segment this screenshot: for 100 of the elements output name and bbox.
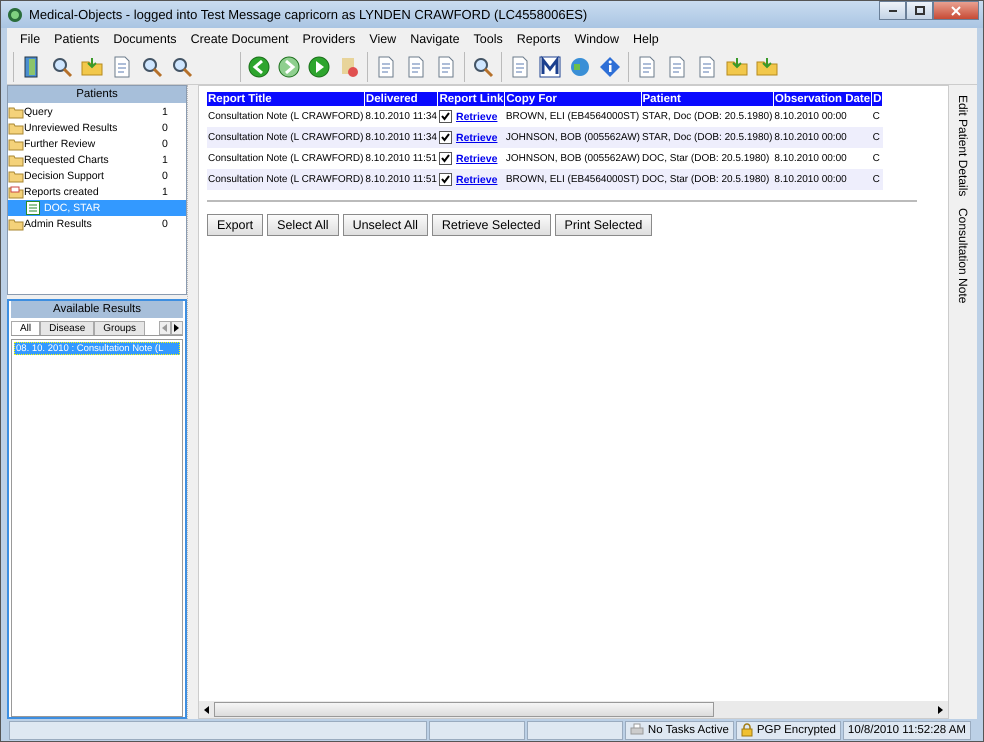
table-cell: BROWN, ELI (EB4564000ST) xyxy=(504,169,641,190)
minimize-icon xyxy=(888,10,896,12)
tree-item[interactable]: Decision Support 0 xyxy=(8,168,186,184)
checkbox[interactable] xyxy=(438,152,452,165)
side-tab[interactable]: Edit Patient Details xyxy=(956,95,970,196)
menu-item[interactable]: Window xyxy=(568,32,626,46)
tree-label: Unreviewed Results xyxy=(24,122,118,134)
table-cell: 8.10.2010 00:00 xyxy=(773,169,872,190)
tree-label: DOC, STAR xyxy=(44,202,102,214)
menu-item[interactable]: Patients xyxy=(47,32,106,46)
letter-m-icon xyxy=(538,55,562,79)
scroll-left-icon xyxy=(204,706,209,714)
tab[interactable]: All xyxy=(11,321,40,335)
table-cell: 8.10.2010 11:51 xyxy=(364,148,438,169)
table-cell: STAR, Doc (DOB: 20.5.1980) xyxy=(641,106,774,127)
action-button[interactable]: Unselect All xyxy=(342,214,428,236)
info-icon xyxy=(598,55,622,79)
table-cell: Consultation Note (L CRAWFORD) xyxy=(207,148,364,169)
splitter-handle[interactable] xyxy=(187,85,198,719)
tree-label: Query xyxy=(24,106,54,118)
table-cell: STAR, Doc (DOB: 20.5.1980) xyxy=(641,127,774,148)
table-cell: DOC, Star (DOB: 20.5.1980) xyxy=(641,148,774,169)
tab[interactable]: Groups xyxy=(94,321,146,335)
tree-label: Decision Support xyxy=(24,170,105,182)
scrollbar-thumb[interactable] xyxy=(214,702,714,717)
item-count: 1 xyxy=(162,106,169,118)
panel-header: Patients xyxy=(8,86,186,103)
menu-item[interactable]: Providers xyxy=(296,32,362,46)
minimize-button[interactable] xyxy=(879,1,906,20)
tree-item[interactable]: Unreviewed Results 0 xyxy=(8,120,186,136)
action-button[interactable]: Print Selected xyxy=(554,214,652,236)
table-cell: JOHNSON, BOB (005562AW) xyxy=(504,148,641,169)
table-cell: 8.10.2010 11:51 xyxy=(364,169,438,190)
tree-item[interactable]: Admin Results 0 xyxy=(8,216,186,232)
table-cell: C xyxy=(872,127,883,148)
table-cell: Consultation Note (L CRAWFORD) xyxy=(207,169,364,190)
table-cell: C xyxy=(872,106,883,127)
menu-item[interactable]: Reports xyxy=(510,32,568,46)
checkbox[interactable] xyxy=(438,110,452,123)
column-header[interactable]: D xyxy=(872,92,883,106)
table-cell: C xyxy=(872,148,883,169)
horizontal-scrollbar[interactable] xyxy=(199,701,948,718)
menu-item[interactable]: Tools xyxy=(466,32,510,46)
action-button[interactable]: Retrieve Selected xyxy=(432,214,551,236)
play-icon xyxy=(307,55,331,79)
maximize-button[interactable] xyxy=(906,1,933,20)
table-cell: C xyxy=(872,169,883,190)
document-lines-icon xyxy=(26,201,40,215)
menu-item[interactable]: Help xyxy=(626,32,666,46)
table-cell: DOC, Star (DOB: 20.5.1980) xyxy=(641,169,774,190)
action-button[interactable]: Export xyxy=(207,214,264,236)
column-header[interactable]: Report Title xyxy=(207,92,364,106)
menu-item[interactable]: View xyxy=(362,32,404,46)
checkbox[interactable] xyxy=(438,173,452,186)
action-button[interactable]: Select All xyxy=(267,214,339,236)
status-datetime: 10/8/2010 11:52:28 AM xyxy=(848,724,966,736)
table-cell: 8.10.2010 00:00 xyxy=(773,106,872,127)
table-cell: 8.10.2010 11:34 xyxy=(364,106,438,127)
tree-label: Reports created xyxy=(24,186,100,198)
status-text: No Tasks Active xyxy=(648,724,729,736)
item-count: 0 xyxy=(162,218,169,230)
magnifier-icon xyxy=(471,55,495,79)
table-cell: JOHNSON, BOB (005562AW) xyxy=(504,127,641,148)
padlock-icon xyxy=(740,723,753,737)
close-button[interactable] xyxy=(933,1,979,20)
tree-item[interactable]: Query 1 xyxy=(8,104,186,120)
tree-label: Requested Charts xyxy=(24,154,110,166)
column-header[interactable]: Report Link xyxy=(438,92,505,106)
tree-item[interactable]: Reports created 1 xyxy=(8,184,186,200)
table-cell: BROWN, ELI (EB4564000ST) xyxy=(504,106,641,127)
checkbox[interactable] xyxy=(438,131,452,144)
tree-item[interactable]: Requested Charts 1 xyxy=(8,152,186,168)
menu-item[interactable]: Documents xyxy=(106,32,184,46)
column-header[interactable]: Patient xyxy=(641,92,774,106)
item-count: 0 xyxy=(162,170,169,182)
app-logo-icon xyxy=(7,6,23,22)
scroll-right-button[interactable] xyxy=(171,321,183,335)
back-icon xyxy=(247,55,271,79)
tab[interactable]: Disease xyxy=(40,321,94,335)
menu-item[interactable]: Navigate xyxy=(403,32,467,46)
menu-item[interactable]: File xyxy=(13,32,48,46)
tree-label: Further Review xyxy=(24,138,96,150)
item-count: 0 xyxy=(162,122,169,134)
tree-item[interactable]: Further Review 0 xyxy=(8,136,186,152)
item-count: 0 xyxy=(162,138,169,150)
table-cell: 8.10.2010 00:00 xyxy=(773,148,872,169)
left-arrow-icon xyxy=(162,324,168,332)
item-count: 1 xyxy=(162,154,169,166)
maximize-icon xyxy=(914,6,924,16)
retrieve-link[interactable]: Retrieve xyxy=(456,152,498,164)
menu-item[interactable]: Create Document xyxy=(184,32,296,46)
side-tab[interactable]: Consultation Note xyxy=(956,208,970,304)
printer-icon xyxy=(630,723,644,737)
retrieve-link[interactable]: Retrieve xyxy=(456,110,498,122)
panel-header: Available Results xyxy=(11,301,183,318)
column-header[interactable]: Observation Date xyxy=(773,92,872,106)
close-icon xyxy=(951,6,961,16)
table-cell: 8.10.2010 00:00 xyxy=(773,127,872,148)
column-header[interactable]: Delivered xyxy=(364,92,438,106)
column-header[interactable]: Copy For xyxy=(504,92,641,106)
